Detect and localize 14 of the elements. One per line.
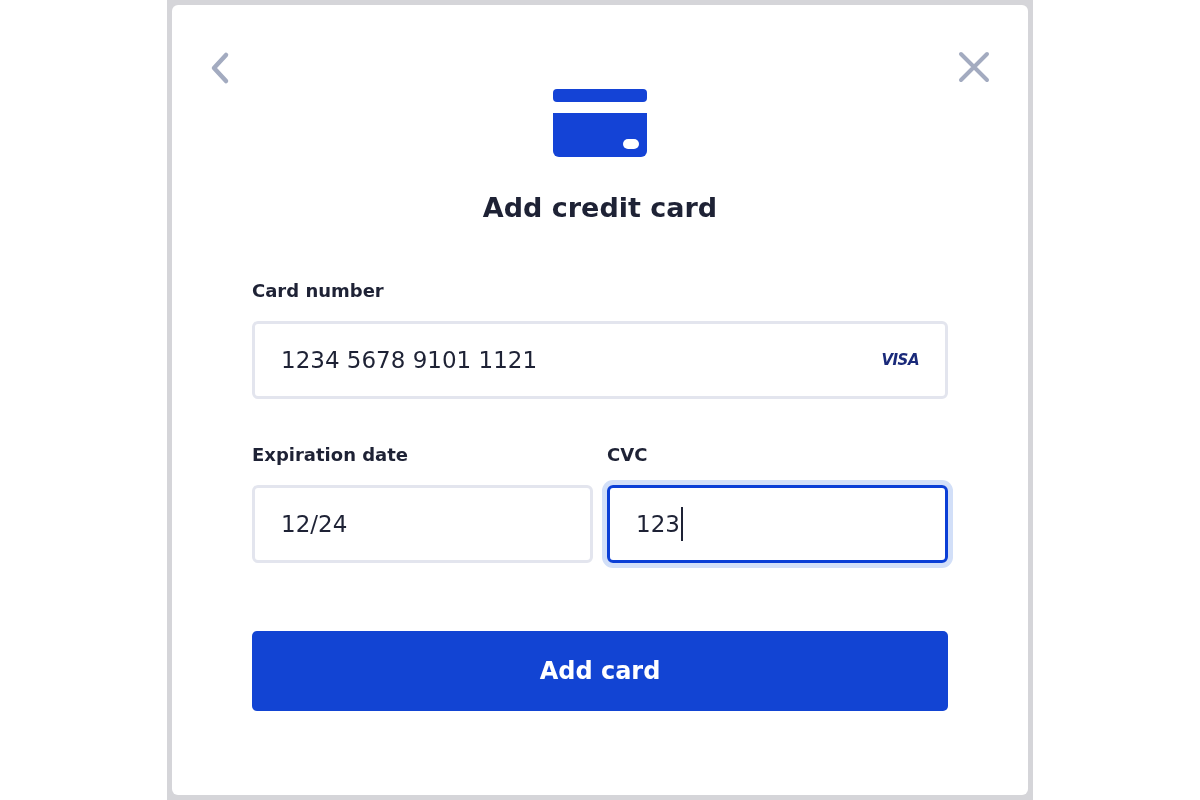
dialog-title: Add credit card [481, 191, 719, 225]
field-label: Expiration date [252, 443, 410, 467]
field-label: Card number [252, 279, 385, 303]
field-label: CVC [607, 443, 649, 467]
input-field[interactable]: 12/24 [252, 485, 593, 563]
input-field[interactable]: 1234 5678 9101 1121 VISA [252, 321, 948, 399]
credit-card-icon [553, 89, 647, 157]
text-cursor [680, 507, 683, 541]
close-icon [958, 51, 990, 83]
add-card-button[interactable]: Add card [252, 631, 948, 711]
back-icon [210, 51, 230, 85]
close-button[interactable] [958, 51, 990, 83]
back-button[interactable] [210, 51, 230, 85]
card-brand-logo: VISA [881, 351, 919, 369]
